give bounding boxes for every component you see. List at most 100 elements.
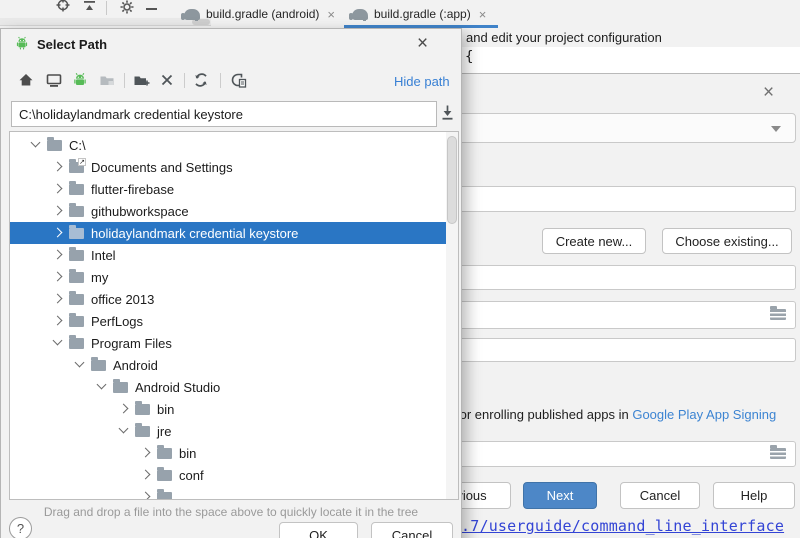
delete-icon[interactable] xyxy=(158,71,176,89)
tree-item[interactable]: PerfLogs xyxy=(10,310,458,332)
chevron-icon[interactable] xyxy=(96,381,108,393)
folder-icon xyxy=(69,206,84,217)
show-hidden-icon[interactable] xyxy=(229,71,247,89)
tree-item[interactable]: githubworkspace xyxy=(10,200,458,222)
tree-item[interactable]: flutter-firebase xyxy=(10,178,458,200)
export-key-description: for enrolling published apps in Google P… xyxy=(456,407,776,422)
create-new-button[interactable]: Create new... xyxy=(542,228,646,254)
tree-item[interactable]: holidaylandmark credential keystore xyxy=(10,222,458,244)
chevron-down-icon xyxy=(771,126,781,132)
tree-item-label: conf xyxy=(179,468,204,483)
google-play-app-signing-link[interactable]: Google Play App Signing xyxy=(632,407,776,422)
android-logo-icon xyxy=(14,35,30,51)
key-alias-field[interactable] xyxy=(440,301,796,329)
next-button[interactable]: Next xyxy=(523,482,597,509)
android-device-icon[interactable] xyxy=(71,71,89,89)
dialog-title: Select Path xyxy=(37,37,107,52)
close-icon[interactable]: × xyxy=(417,34,428,53)
tree-item-label: jre xyxy=(157,424,171,439)
chevron-icon[interactable] xyxy=(52,227,64,239)
folder-icon xyxy=(135,426,150,437)
refresh-icon[interactable] xyxy=(192,71,210,89)
module-dropdown[interactable] xyxy=(440,113,796,143)
tree-item[interactable] xyxy=(10,486,458,500)
home-icon[interactable] xyxy=(17,71,35,89)
toolbar-separator xyxy=(220,73,221,88)
chevron-icon[interactable] xyxy=(52,161,64,173)
gradle-userguide-link[interactable]: .7/userguide/command_line_interface xyxy=(461,517,784,535)
path-input[interactable]: C:\holidaylandmark credential keystore xyxy=(11,101,437,127)
chevron-icon[interactable] xyxy=(140,491,152,500)
chevron-icon[interactable] xyxy=(30,139,42,151)
folder-icon xyxy=(69,184,84,195)
tree-item[interactable]: office 2013 xyxy=(10,288,458,310)
tree-item[interactable]: bin xyxy=(10,398,458,420)
close-icon[interactable]: × xyxy=(479,7,487,22)
locate-target-icon[interactable] xyxy=(55,0,71,18)
chevron-icon[interactable] xyxy=(52,315,64,327)
folder-icon xyxy=(157,470,172,481)
help-button[interactable]: Help xyxy=(713,482,795,509)
hide-path-link[interactable]: Hide path xyxy=(394,74,450,89)
folder-icon xyxy=(113,382,128,393)
vertical-scrollbar[interactable] xyxy=(446,132,458,499)
tree-item-label: office 2013 xyxy=(91,292,154,307)
chevron-icon[interactable] xyxy=(52,249,64,261)
gradle-icon xyxy=(352,9,368,20)
gradle-icon xyxy=(184,9,200,20)
desktop-icon[interactable] xyxy=(45,71,63,89)
new-folder-icon[interactable] xyxy=(132,71,150,89)
file-tree: C:\ ↗ Documents and Settings flutter-fir… xyxy=(9,131,459,500)
app-window: build.gradle (android) × build.gradle (:… xyxy=(0,0,800,538)
tab-build-gradle-app[interactable]: build.gradle (:app) × xyxy=(344,0,494,28)
chevron-icon[interactable] xyxy=(52,205,64,217)
collapse-icon[interactable] xyxy=(82,0,97,19)
close-icon[interactable]: × xyxy=(763,83,774,102)
main-toolbar xyxy=(0,0,180,18)
tree-item-label: flutter-firebase xyxy=(91,182,174,197)
cancel-button[interactable]: Cancel xyxy=(620,482,700,509)
chevron-icon[interactable] xyxy=(52,271,64,283)
chevron-icon[interactable] xyxy=(140,447,152,459)
tab-build-gradle-android[interactable]: build.gradle (android) × xyxy=(176,0,343,28)
close-icon[interactable]: × xyxy=(327,7,335,22)
choose-existing-button[interactable]: Choose existing... xyxy=(662,228,792,254)
gear-icon[interactable] xyxy=(119,0,135,20)
encrypted-key-export-path-field[interactable]: o xyxy=(440,441,796,467)
key-store-password-field[interactable] xyxy=(440,265,796,290)
tab-label: build.gradle (android) xyxy=(206,7,319,21)
folder-icon xyxy=(69,272,84,283)
tree-item[interactable]: ↗ Documents and Settings xyxy=(10,156,458,178)
tree-item-label: Program Files xyxy=(91,336,172,351)
chevron-icon[interactable] xyxy=(52,337,64,349)
tree-item[interactable]: bin xyxy=(10,442,458,464)
chevron-icon[interactable] xyxy=(118,403,130,415)
tree-item[interactable]: Android Studio xyxy=(10,376,458,398)
tree-item[interactable]: Android xyxy=(10,354,458,376)
tree-item-label: Android xyxy=(113,358,158,373)
tree-item[interactable]: Intel xyxy=(10,244,458,266)
tree-item-label: Android Studio xyxy=(135,380,220,395)
browse-folder-icon[interactable] xyxy=(770,448,786,459)
scrollbar-thumb[interactable] xyxy=(447,136,457,224)
chevron-icon[interactable] xyxy=(74,359,86,371)
collapse-path-icon[interactable] xyxy=(439,104,457,122)
tree-item[interactable]: jre xyxy=(10,420,458,442)
tree-item[interactable]: Program Files xyxy=(10,332,458,354)
key-password-field[interactable] xyxy=(440,338,796,362)
tree-item[interactable]: conf xyxy=(10,464,458,486)
key-store-path-field[interactable] xyxy=(440,186,796,212)
ok-button[interactable]: OK xyxy=(279,522,358,538)
chevron-icon[interactable] xyxy=(140,469,152,481)
help-button[interactable]: ? xyxy=(9,517,32,538)
tree-item[interactable]: C:\ xyxy=(10,134,458,156)
chevron-icon[interactable] xyxy=(118,425,130,437)
browse-folder-icon[interactable] xyxy=(770,309,786,320)
chevron-icon[interactable] xyxy=(52,293,64,305)
folder-icon xyxy=(69,294,84,305)
tree-item-label: holidaylandmark credential keystore xyxy=(91,226,298,241)
tree-item[interactable]: my xyxy=(10,266,458,288)
cancel-button[interactable]: Cancel xyxy=(371,522,453,538)
generate-signed-bundle-dialog: × Create new... Choose existing... for e… xyxy=(460,73,800,538)
chevron-icon[interactable] xyxy=(52,183,64,195)
